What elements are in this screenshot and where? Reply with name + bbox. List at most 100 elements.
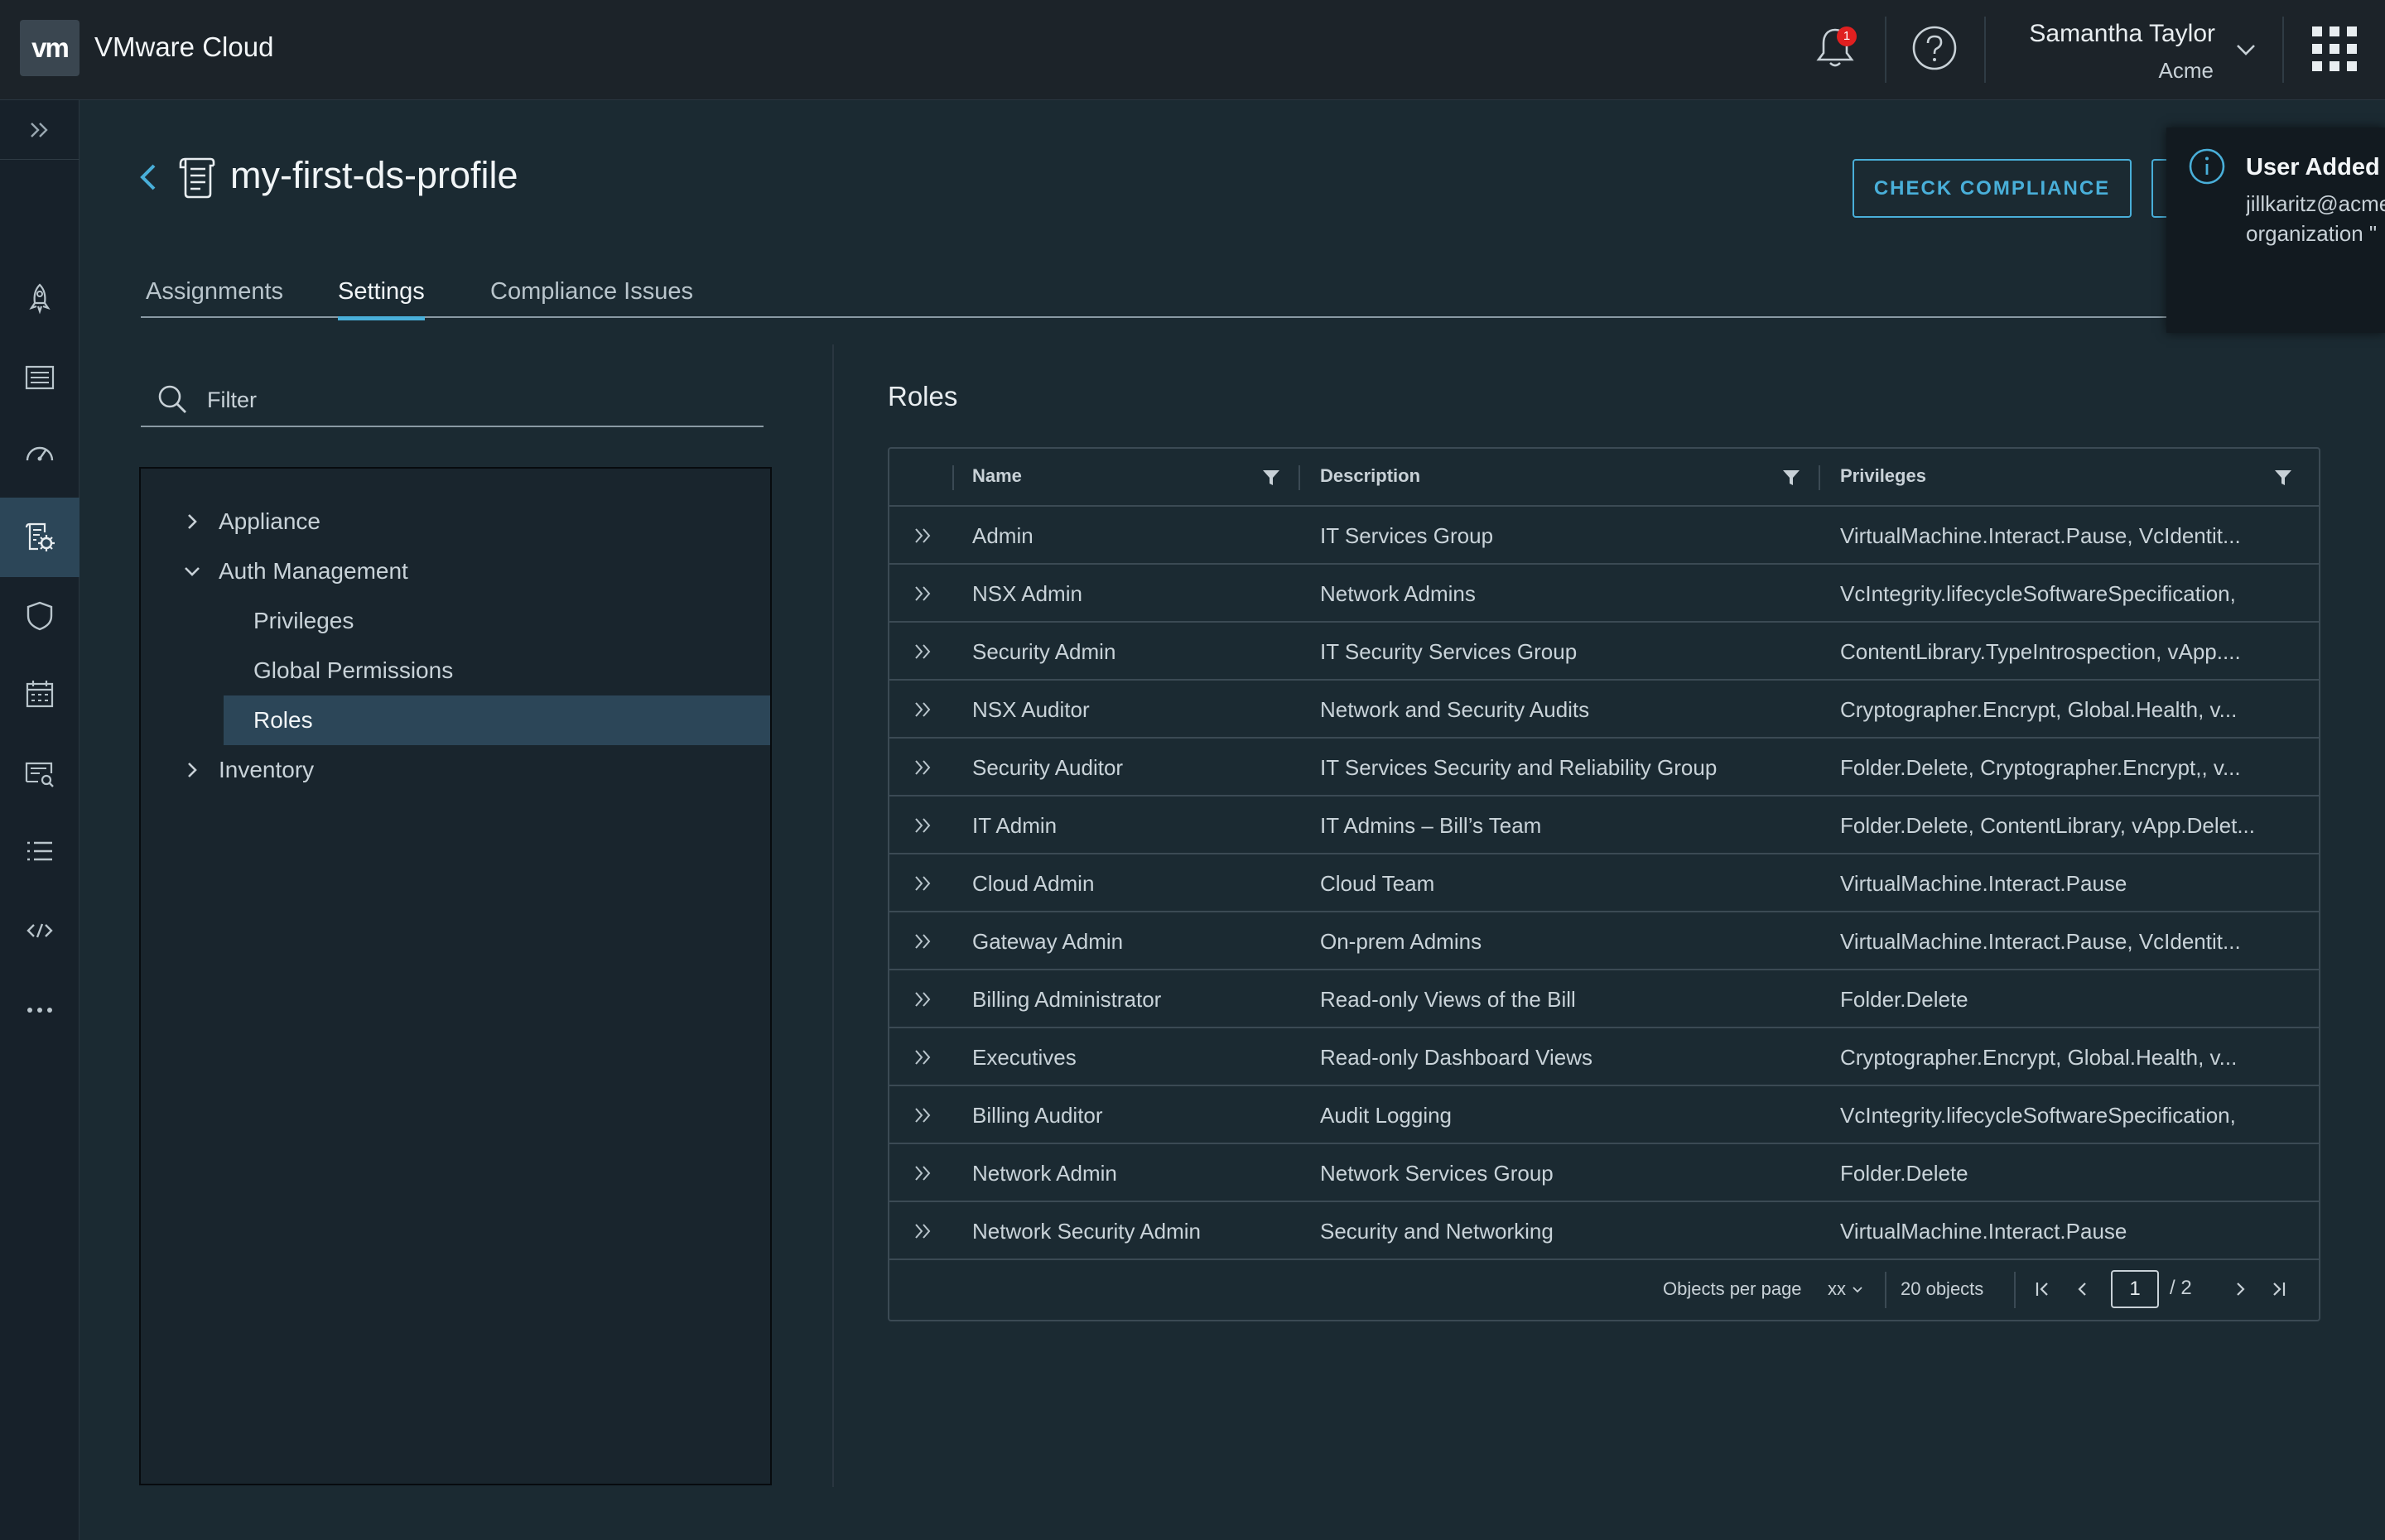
filter-icon[interactable] bbox=[1780, 467, 1802, 488]
double-chevron-right-icon[interactable] bbox=[911, 813, 936, 838]
double-chevron-right-icon[interactable] bbox=[911, 1161, 936, 1186]
nav-item-developer[interactable] bbox=[0, 893, 80, 968]
page-title: my-first-ds-profile bbox=[230, 154, 518, 196]
help-icon[interactable] bbox=[1910, 23, 1959, 73]
nav-item-more[interactable] bbox=[0, 973, 80, 1047]
last-page-icon[interactable] bbox=[2267, 1278, 2289, 1300]
back-arrow-icon[interactable] bbox=[132, 161, 166, 194]
chevron-right-icon[interactable] bbox=[181, 510, 204, 533]
search-icon bbox=[158, 385, 186, 413]
tab-assignments[interactable]: Assignments bbox=[146, 278, 283, 306]
dashboard-icon bbox=[26, 446, 54, 461]
user-name[interactable]: Samantha Taylor bbox=[2029, 20, 2215, 48]
code-icon bbox=[26, 923, 53, 938]
nav-item-inventory[interactable] bbox=[0, 340, 80, 415]
nav-item-security[interactable] bbox=[0, 579, 80, 653]
table-row[interactable]: Billing Administrator Read-only Views of … bbox=[889, 970, 2319, 1028]
role-description-cell: IT Services Group bbox=[1320, 523, 1494, 548]
object-count: 20 objects bbox=[1901, 1278, 1984, 1299]
table-row[interactable]: NSX Auditor Network and Security Audits Cr… bbox=[889, 681, 2319, 739]
table-row[interactable]: Billing Auditor Audit Logging VcIntegrity.… bbox=[889, 1086, 2319, 1144]
objects-per-page-select[interactable]: xx bbox=[1828, 1278, 1864, 1300]
app-title[interactable]: VMware Cloud bbox=[94, 31, 273, 63]
tree-leaf-global-permissions[interactable]: Global Permissions bbox=[141, 646, 770, 695]
role-name-cell: Cloud Admin bbox=[972, 871, 1095, 896]
nav-item-launch[interactable] bbox=[0, 261, 80, 335]
double-chevron-right-icon[interactable] bbox=[911, 871, 936, 896]
role-privileges-cell: VirtualMachine.Interact.Pause, VcIdentit… bbox=[1840, 523, 2241, 548]
double-chevron-right-icon[interactable] bbox=[911, 523, 936, 548]
double-chevron-right-icon[interactable] bbox=[911, 581, 936, 606]
column-header-name[interactable]: Name bbox=[972, 465, 1022, 487]
tree-node-auth-management[interactable]: Auth Management bbox=[141, 546, 770, 596]
user-org[interactable]: Acme bbox=[2159, 58, 2214, 84]
tree-node-appliance[interactable]: Appliance bbox=[141, 497, 770, 546]
double-chevron-right-icon[interactable] bbox=[911, 1103, 936, 1128]
tree-leaf-privileges[interactable]: Privileges bbox=[141, 596, 770, 646]
role-privileges-cell: VirtualMachine.Interact.Pause, VcIdentit… bbox=[1840, 929, 2241, 954]
double-chevron-right-icon[interactable] bbox=[911, 697, 936, 722]
tree-node-inventory[interactable]: Inventory bbox=[141, 745, 770, 795]
header-divider bbox=[2282, 17, 2284, 83]
tree-node-label: Privileges bbox=[253, 608, 354, 633]
table-row[interactable]: Gateway Admin On-prem Admins VirtualMachin… bbox=[889, 912, 2319, 970]
table-row[interactable]: NSX Admin Network Admins VcIntegrity.lifec… bbox=[889, 565, 2319, 623]
previous-page-icon[interactable] bbox=[2072, 1278, 2094, 1300]
tree-node-label: Appliance bbox=[219, 508, 320, 534]
column-header-privileges[interactable]: Privileges bbox=[1840, 465, 1926, 487]
tab-settings[interactable]: Settings bbox=[338, 278, 425, 320]
role-description-cell: Read-only Views of the Bill bbox=[1320, 987, 1576, 1012]
role-privileges-cell: VcIntegrity.lifecycleSoftwareSpecificati… bbox=[1840, 1103, 2236, 1128]
table-row[interactable]: Security Admin IT Security Services Group… bbox=[889, 623, 2319, 681]
nav-item-desired-state[interactable] bbox=[0, 498, 80, 577]
table-row[interactable]: Network Security Admin Security and Netwo… bbox=[889, 1202, 2319, 1260]
role-privileges-cell: Folder.Delete bbox=[1840, 1161, 1968, 1186]
table-row[interactable]: Network Admin Network Services Group Folde… bbox=[889, 1144, 2319, 1202]
role-description-cell: Cloud Team bbox=[1320, 871, 1435, 896]
calendar-icon bbox=[26, 681, 54, 708]
vmware-logo[interactable]: vm bbox=[20, 20, 80, 76]
chevron-down-icon[interactable] bbox=[181, 560, 204, 583]
app-switcher-icon[interactable] bbox=[2310, 25, 2358, 73]
filter-icon[interactable] bbox=[1260, 467, 1282, 488]
double-chevron-right-icon[interactable] bbox=[911, 929, 936, 954]
tree-leaf-roles[interactable]: Roles bbox=[224, 695, 770, 745]
nav-item-dashboard[interactable] bbox=[0, 416, 80, 491]
double-chevron-right-icon[interactable] bbox=[911, 1045, 936, 1070]
first-page-icon[interactable] bbox=[2032, 1278, 2054, 1300]
table-row[interactable]: Executives Read-only Dashboard Views Crypt… bbox=[889, 1028, 2319, 1086]
double-chevron-right-icon[interactable] bbox=[911, 1219, 936, 1244]
nav-item-review[interactable] bbox=[0, 736, 80, 811]
role-description-cell: Read-only Dashboard Views bbox=[1320, 1045, 1593, 1070]
double-chevron-right-icon[interactable] bbox=[911, 755, 936, 780]
settings-tree: Appliance Auth Management Privileges Glo… bbox=[139, 467, 772, 1485]
nav-expand-button[interactable] bbox=[0, 100, 80, 160]
tab-compliance-issues[interactable]: Compliance Issues bbox=[490, 278, 693, 306]
role-name-cell: Executives bbox=[972, 1045, 1077, 1070]
table-row[interactable]: Security Auditor IT Services Security and… bbox=[889, 739, 2319, 796]
current-page-input[interactable] bbox=[2111, 1270, 2159, 1308]
notification-toast[interactable]: User Added jillkaritz@acme organization … bbox=[2166, 128, 2385, 333]
double-chevron-right-icon[interactable] bbox=[911, 639, 936, 664]
nav-item-calendar[interactable] bbox=[0, 657, 80, 731]
table-row[interactable]: Cloud Admin Cloud Team VirtualMachine.Inte… bbox=[889, 854, 2319, 912]
chevron-right-icon[interactable] bbox=[181, 758, 204, 782]
table-row[interactable]: Admin IT Services Group VirtualMachine.Int… bbox=[889, 507, 2319, 565]
notification-badge: 1 bbox=[1837, 26, 1857, 46]
role-privileges-cell: Cryptographer.Encrypt, Global.Health, v.… bbox=[1840, 1045, 2238, 1070]
filter-input[interactable] bbox=[205, 379, 752, 421]
role-privileges-cell: ContentLibrary.TypeIntrospection, vApp..… bbox=[1840, 639, 2241, 664]
more-icon bbox=[27, 1008, 52, 1013]
nav-item-tasks[interactable] bbox=[0, 814, 80, 888]
column-separator bbox=[1819, 465, 1820, 490]
column-header-description[interactable]: Description bbox=[1320, 465, 1420, 487]
next-page-icon[interactable] bbox=[2229, 1278, 2251, 1300]
role-description-cell: IT Admins – Bill’s Team bbox=[1320, 813, 1542, 838]
tree-node-label: Inventory bbox=[219, 757, 315, 782]
chevron-down-icon[interactable] bbox=[2233, 36, 2259, 63]
datagrid-footer: Objects per page xx 20 objects / 2 bbox=[889, 1260, 2319, 1320]
double-chevron-right-icon[interactable] bbox=[911, 987, 936, 1012]
table-row[interactable]: IT Admin IT Admins – Bill’s Team Folder.De… bbox=[889, 796, 2319, 854]
filter-icon[interactable] bbox=[2272, 467, 2294, 488]
check-compliance-button[interactable]: CHECK COMPLIANCE bbox=[1853, 159, 2132, 218]
